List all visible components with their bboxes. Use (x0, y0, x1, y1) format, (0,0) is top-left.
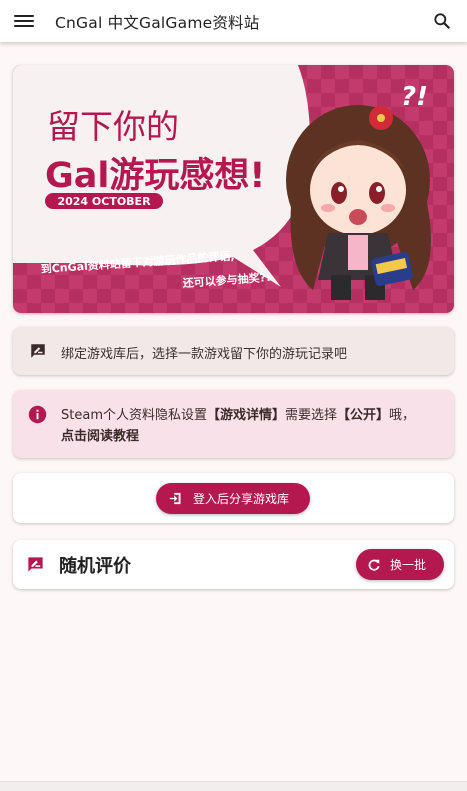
random-reviews-card: 随机评价 换一批 (13, 540, 454, 589)
menu-icon[interactable] (14, 12, 34, 30)
steam-text-d: 【公开】 (337, 408, 390, 423)
refresh-batch-button[interactable]: 换一批 (356, 549, 444, 580)
top-app-bar: CnGal 中文GalGame资料站 (0, 0, 467, 42)
refresh-icon (368, 559, 380, 571)
login-share-card: 登入后分享游戏库 (13, 473, 454, 523)
bind-library-text: 绑定游戏库后，选择一款游戏留下你的游玩记录吧 (61, 347, 348, 362)
login-icon (169, 492, 181, 505)
login-share-label: 登入后分享游戏库 (193, 492, 290, 506)
login-share-button[interactable]: 登入后分享游戏库 (156, 483, 310, 514)
bottom-edge (0, 781, 467, 791)
banner-title-line2: Gal游玩感想! (45, 156, 265, 196)
banner-artwork: ?! 留下你的 Gal游玩感想! 2024 OCTOBER 到CnGal资料站留… (13, 65, 454, 313)
rate-review-icon (28, 557, 43, 572)
banner-marks: ?! (401, 82, 428, 112)
app-title: CnGal 中文GalGame资料站 (55, 14, 260, 32)
steam-privacy-text: Steam个人资料隐私设置【游戏详情】需要选择【公开】哦， 点击阅读教程 (61, 405, 441, 447)
search-icon[interactable] (432, 11, 452, 31)
banner-date-text: 2024 OCTOBER (57, 195, 151, 208)
mascot-illustration (286, 105, 431, 300)
steam-text-e: 哦， (389, 408, 416, 423)
random-reviews-title: 随机评价 (59, 556, 131, 577)
refresh-batch-label: 换一批 (390, 558, 427, 572)
steam-text-c: 需要选择 (285, 408, 338, 423)
steam-privacy-card: Steam个人资料隐私设置【游戏详情】需要选择【公开】哦， 点击阅读教程 (13, 390, 454, 458)
rate-review-icon (31, 344, 45, 358)
event-banner[interactable]: ?! 留下你的 Gal游玩感想! 2024 OCTOBER 到CnGal资料站留… (13, 65, 454, 313)
info-icon (28, 405, 47, 424)
steam-text-a: Steam个人资料隐私设置 (61, 408, 207, 423)
steam-text-b: 【游戏详情】 (206, 408, 285, 423)
read-tutorial-link[interactable]: 点击阅读教程 (61, 429, 139, 444)
banner-title-line1: 留下你的 (47, 107, 179, 146)
bind-library-card: 绑定游戏库后，选择一款游戏留下你的游玩记录吧 (13, 327, 454, 375)
